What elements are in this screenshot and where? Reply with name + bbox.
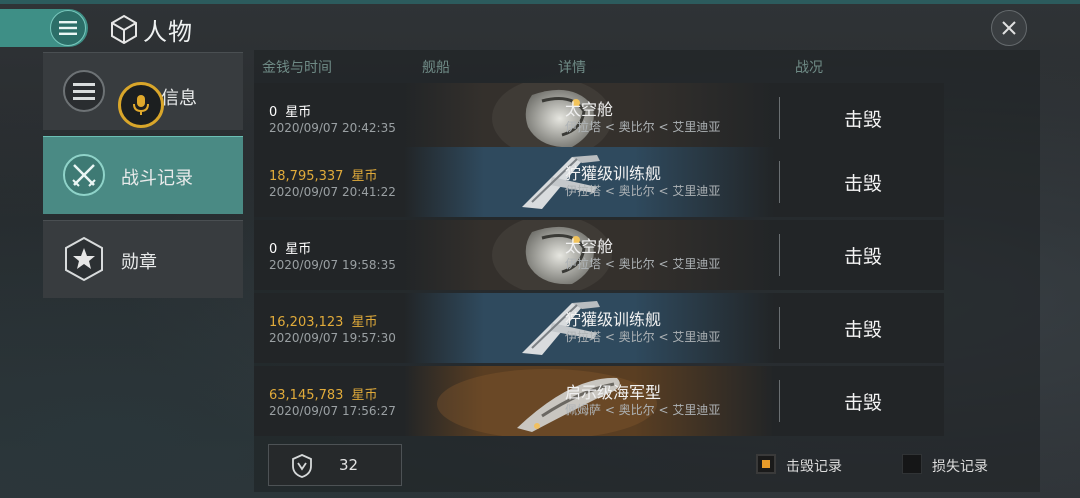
- crossed-swords-icon: [61, 152, 107, 198]
- timestamp: 2020/09/07 20:41:22: [269, 185, 396, 199]
- info-icon: [61, 68, 107, 114]
- result-status: 击毁: [844, 246, 883, 268]
- loss-records-label: 损失记录: [932, 459, 988, 475]
- menu-button[interactable]: [50, 10, 86, 46]
- column-header-result: 战况: [795, 60, 823, 76]
- location: 伊拉塔 < 奥比尔 < 艾里迪亚: [565, 257, 721, 271]
- money-amount: 18,795,337: [269, 169, 344, 184]
- currency-unit: 星币: [351, 388, 378, 403]
- location: 伊拉塔 < 奥比尔 < 艾里迪亚: [565, 330, 721, 344]
- top-accent-line: [0, 0, 1080, 4]
- ship-name: 狞獾级训练舰: [565, 164, 662, 183]
- column-header-ship: 舰船: [422, 60, 450, 76]
- sidebar-item-combat-log[interactable]: 战斗记录: [43, 136, 243, 214]
- location: 佩姆萨 < 奥比尔 < 艾里迪亚: [565, 403, 721, 417]
- sidebar: 信息 战斗记录 勋章: [40, 52, 245, 492]
- money-amount: 0: [269, 242, 278, 257]
- sidebar-item-label: 信息: [161, 88, 197, 109]
- timestamp: 2020/09/07 17:56:27: [269, 404, 396, 418]
- kill-count-box: 32: [268, 444, 402, 486]
- result-status: 击毁: [844, 173, 883, 195]
- money-value: 18,795,337 星币: [269, 165, 377, 184]
- close-button[interactable]: [991, 10, 1027, 46]
- kill-count: 32: [339, 456, 359, 474]
- close-icon: [1002, 21, 1016, 35]
- column-header-money-time: 金钱与时间: [262, 60, 332, 76]
- combat-log-row[interactable]: 16,203,123 星币 2020/09/07 19:57:30 狞獾级训练舰 伊拉塔…: [254, 293, 944, 363]
- timestamp: 2020/09/07 20:42:35: [269, 121, 396, 135]
- divider: [779, 161, 780, 203]
- currency-unit: 星币: [351, 315, 378, 330]
- combat-log-row[interactable]: 18,795,337 星币 2020/09/07 20:41:22 狞獾级训练舰 伊拉塔…: [254, 147, 944, 217]
- money-value: 16,203,123 星币: [269, 311, 377, 330]
- character-icon: [111, 14, 137, 44]
- kill-records-label: 击毁记录: [786, 459, 842, 475]
- column-header-details: 详情: [558, 60, 586, 76]
- divider: [779, 97, 780, 139]
- currency-unit: 星币: [285, 105, 312, 120]
- money-value: 63,145,783 星币: [269, 384, 377, 403]
- voice-chat-button[interactable]: [118, 82, 164, 128]
- page-title: 人物: [143, 18, 193, 46]
- sidebar-item-medals[interactable]: 勋章: [43, 220, 243, 298]
- money-amount: 63,145,783: [269, 388, 344, 403]
- ship-name: 狞獾级训练舰: [565, 310, 662, 329]
- result-status: 击毁: [844, 392, 883, 414]
- loss-records-checkbox[interactable]: [902, 454, 922, 474]
- currency-unit: 星币: [285, 242, 312, 257]
- sidebar-item-label: 战斗记录: [121, 168, 193, 189]
- ship-name: 太空舱: [565, 100, 614, 119]
- location: 伊拉塔 < 奥比尔 < 艾里迪亚: [565, 120, 721, 134]
- sidebar-item-label: 勋章: [121, 252, 157, 273]
- currency-unit: 星币: [351, 169, 378, 184]
- combat-log-row[interactable]: 63,145,783 星币 2020/09/07 17:56:27 启示级海军型 佩姆萨…: [254, 366, 944, 436]
- combat-log-row[interactable]: 0 星币 2020/09/07 20:42:35 太空舱 伊拉塔 < 奥比尔 < 艾里迪…: [254, 83, 944, 147]
- divider: [779, 307, 780, 349]
- ship-name: 启示级海军型: [565, 383, 662, 402]
- money-amount: 0: [269, 105, 278, 120]
- ship-image: [422, 83, 682, 147]
- money-value: 0 星币: [269, 101, 311, 120]
- combat-log-row[interactable]: 0 星币 2020/09/07 19:58:35 太空舱 伊拉塔 < 奥比尔 < 艾里迪…: [254, 220, 944, 290]
- divider: [779, 234, 780, 276]
- menu-icon: [59, 21, 77, 35]
- timestamp: 2020/09/07 19:57:30: [269, 331, 396, 345]
- money-amount: 16,203,123: [269, 315, 344, 330]
- money-value: 0 星币: [269, 238, 311, 257]
- result-status: 击毁: [844, 319, 883, 341]
- sidebar-item-info[interactable]: 信息: [43, 52, 243, 130]
- location: 伊拉塔 < 奥比尔 < 艾里迪亚: [565, 184, 721, 198]
- ship-name: 太空舱: [565, 237, 614, 256]
- shield-icon: [292, 454, 312, 478]
- kill-records-checkbox[interactable]: [756, 454, 776, 474]
- timestamp: 2020/09/07 19:58:35: [269, 258, 396, 272]
- microphone-icon: [133, 95, 149, 115]
- medal-icon: [61, 236, 107, 282]
- result-status: 击毁: [844, 109, 883, 131]
- divider: [779, 380, 780, 422]
